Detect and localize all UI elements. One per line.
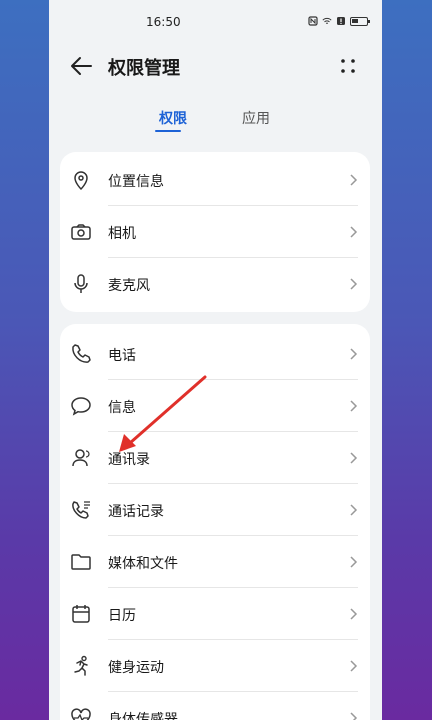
list-item-label: 相机: [108, 226, 136, 242]
title-bar: 权限管理: [49, 46, 382, 86]
folder-icon: [71, 554, 91, 570]
list-item-label: 位置信息: [108, 174, 164, 190]
permission-group-sensors: 位置信息 相机 麦克风: [60, 152, 370, 312]
chevron-right-icon: [350, 452, 358, 464]
camera-icon: [71, 224, 91, 240]
active-tab-indicator: [155, 130, 181, 132]
list-item-body-sensors[interactable]: 身体传感器: [60, 692, 370, 720]
running-icon: [74, 655, 88, 676]
message-icon: [71, 397, 91, 416]
list-item-call-log[interactable]: 通话记录: [60, 484, 370, 536]
call-log-icon: [72, 501, 90, 519]
contacts-icon: [72, 449, 90, 467]
chevron-right-icon: [350, 712, 358, 720]
tab-apps[interactable]: 应用: [242, 108, 270, 128]
permission-group-personal: 电话 信息 通讯录 通话记录 媒体和文件 日历 健身运动 身体传感器: [60, 324, 370, 720]
calendar-icon: [72, 605, 90, 623]
list-item-media-files[interactable]: 媒体和文件: [60, 536, 370, 588]
heart-sensor-icon: [71, 708, 91, 720]
list-item-label: 麦克风: [108, 278, 150, 294]
list-item-messages[interactable]: 信息: [60, 380, 370, 432]
wifi-icon: [322, 17, 332, 24]
location-pin-icon: [74, 171, 88, 191]
list-item-contacts[interactable]: 通讯录: [60, 432, 370, 484]
battery-icon: [350, 16, 370, 26]
page-title: 权限管理: [108, 58, 180, 79]
phone-icon: [72, 344, 91, 363]
list-item-label: 信息: [108, 400, 136, 416]
status-bar: 16:50: [49, 0, 382, 46]
list-item-location[interactable]: 位置信息: [60, 154, 370, 206]
list-item-label: 通话记录: [108, 504, 164, 520]
chevron-right-icon: [350, 504, 358, 516]
chevron-right-icon: [350, 174, 358, 186]
list-item-label: 健身运动: [108, 660, 164, 676]
chevron-right-icon: [350, 226, 358, 238]
list-item-label: 身体传感器: [108, 712, 178, 720]
list-item-fitness[interactable]: 健身运动: [60, 640, 370, 692]
chevron-right-icon: [350, 348, 358, 360]
phone-screen: 16:50 权限管理 权限 应用 位置信息 相机 麦克风 电话 信息 通讯录 通…: [49, 0, 382, 720]
microphone-icon: [74, 274, 88, 293]
back-arrow-icon[interactable]: [69, 55, 93, 77]
list-item-microphone[interactable]: 麦克风: [60, 258, 370, 310]
tab-bar: 权限 应用: [49, 104, 382, 134]
list-item-label: 电话: [108, 348, 136, 364]
chevron-right-icon: [350, 608, 358, 620]
chevron-right-icon: [350, 278, 358, 290]
chevron-right-icon: [350, 660, 358, 672]
chevron-right-icon: [350, 556, 358, 568]
tab-permissions[interactable]: 权限: [159, 108, 187, 128]
list-item-label: 媒体和文件: [108, 556, 178, 572]
list-item-calendar[interactable]: 日历: [60, 588, 370, 640]
list-item-label: 通讯录: [108, 452, 150, 468]
status-time: 16:50: [146, 15, 181, 29]
chevron-right-icon: [350, 400, 358, 412]
alert-icon: [337, 17, 345, 25]
list-item-label: 日历: [108, 608, 136, 624]
nfc-icon: [308, 16, 318, 26]
more-options-icon[interactable]: [338, 55, 358, 77]
list-item-phone[interactable]: 电话: [60, 328, 370, 380]
list-item-camera[interactable]: 相机: [60, 206, 370, 258]
status-icons: [308, 16, 370, 26]
